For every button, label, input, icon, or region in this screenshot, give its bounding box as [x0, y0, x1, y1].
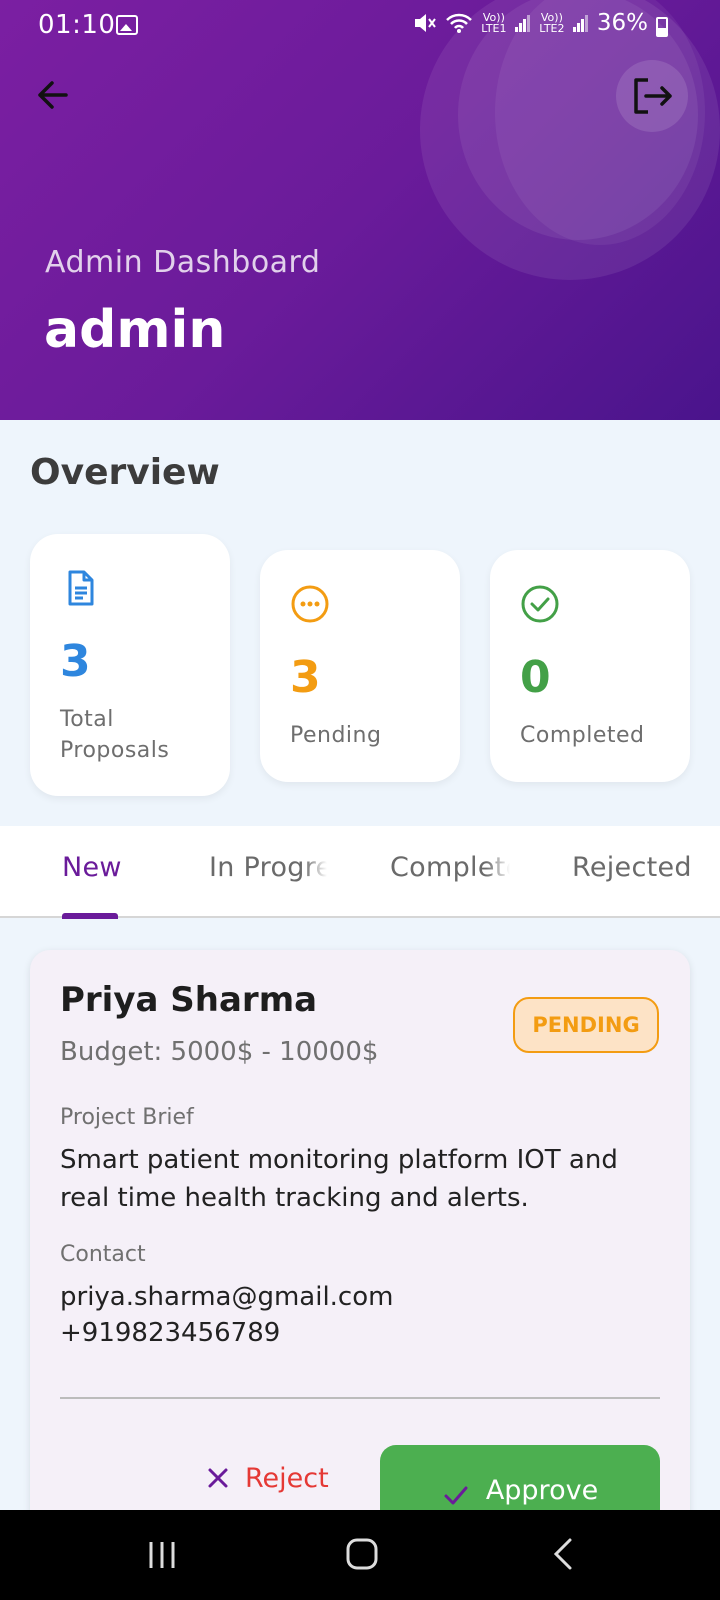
- document-icon: [68, 570, 94, 606]
- stat-value: 3: [290, 652, 321, 703]
- project-brief-label: Project Brief: [60, 1105, 194, 1130]
- stat-card-total-proposals[interactable]: 3 Total Proposals: [30, 534, 230, 796]
- back-button[interactable]: [30, 72, 76, 118]
- stat-label: Completed: [520, 723, 645, 748]
- signal-icon: [572, 14, 589, 32]
- stat-label: Pending: [290, 723, 382, 748]
- home-icon[interactable]: [344, 1536, 380, 1572]
- tab-rejected[interactable]: Rejected: [572, 852, 702, 883]
- active-tab-indicator: [62, 913, 118, 919]
- header: 01:10 Vo)) LTE1 Vo)) LTE2 36% Admin Dash…: [0, 0, 720, 420]
- check-circle-icon: [521, 585, 559, 623]
- project-brief-text: Smart patient monitoring platform IOT an…: [60, 1145, 618, 1213]
- budget-text: Budget: 5000$ - 10000$: [60, 1037, 379, 1067]
- wifi-icon: [445, 13, 472, 33]
- contact-email: priya.sharma@gmail.com: [60, 1282, 394, 1312]
- signal-icon: [514, 14, 531, 32]
- mute-icon: [414, 14, 436, 32]
- stat-value: 3: [60, 636, 91, 687]
- tab-completed[interactable]: Completed: [390, 852, 510, 883]
- reject-label: Reject: [245, 1462, 329, 1494]
- gallery-notification-icon: [116, 15, 138, 35]
- divider: [60, 1397, 660, 1399]
- tab-bar: New In Progress Completed Rejected: [0, 826, 720, 918]
- user-name: admin: [44, 300, 226, 360]
- contact-label: Contact: [60, 1242, 146, 1267]
- dashboard-subtitle: Admin Dashboard: [45, 245, 321, 280]
- close-icon: [208, 1468, 228, 1488]
- contact-phone: +919823456789: [60, 1318, 281, 1348]
- proposal-card[interactable]: Priya Sharma Budget: 5000$ - 10000$ PEND…: [30, 950, 690, 1570]
- approve-label: Approve: [485, 1475, 599, 1506]
- client-name: Priya Sharma: [60, 980, 318, 1020]
- status-badge: PENDING: [513, 997, 659, 1053]
- stat-card-pending[interactable]: 3 Pending: [260, 550, 460, 782]
- stat-card-completed[interactable]: 0 Completed: [490, 550, 690, 782]
- check-icon: [444, 1486, 468, 1505]
- stat-value: 0: [520, 652, 551, 703]
- status-bar: 01:10 Vo)) LTE1 Vo)) LTE2 36%: [0, 0, 720, 52]
- reject-button[interactable]: Reject: [205, 1453, 329, 1503]
- more-horizontal-circle-icon: [291, 585, 329, 623]
- arrow-left-icon: [38, 81, 68, 109]
- sim2-label: Vo)) LTE2: [539, 11, 565, 35]
- recent-apps-icon[interactable]: [145, 1538, 179, 1572]
- sim1-label: Vo)) LTE1: [481, 11, 507, 35]
- system-nav-bar: [0, 1510, 720, 1600]
- back-nav-icon[interactable]: [550, 1536, 580, 1572]
- battery-icon: [656, 17, 668, 37]
- battery-percent: 36%: [596, 10, 648, 36]
- tab-in-progress[interactable]: In Progress: [209, 852, 327, 883]
- status-time: 01:10: [38, 10, 116, 40]
- logout-button[interactable]: [616, 60, 688, 132]
- tab-new[interactable]: New: [62, 852, 172, 883]
- logout-icon: [634, 78, 672, 114]
- overview-title: Overview: [30, 452, 220, 493]
- stat-label: Total Proposals: [60, 707, 170, 763]
